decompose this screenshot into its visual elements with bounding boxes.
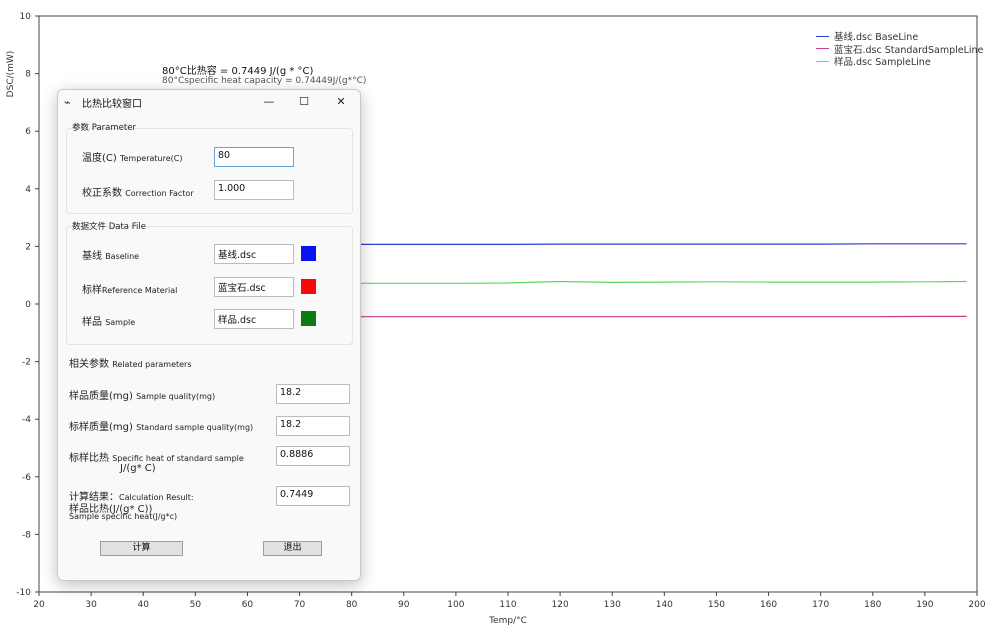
- x-tick-label: 20: [33, 600, 45, 610]
- app-icon: ⌁: [64, 96, 71, 109]
- y-tick-label: -8: [22, 530, 31, 540]
- legend-item-sample: 样品.dsc SampleLine: [816, 55, 983, 68]
- x-tick-label: 100: [447, 600, 464, 610]
- y-tick-label: 4: [25, 185, 31, 195]
- reference-label: 标样Reference Material: [82, 281, 177, 296]
- temperature-label-en: Temperature(C): [119, 154, 183, 163]
- standard-quality-label-cn: 标样质量(mg): [69, 422, 133, 433]
- y-tick-label: 8: [25, 70, 31, 80]
- x-tick-label: 60: [242, 600, 254, 610]
- close-button[interactable]: ✕: [328, 92, 354, 112]
- calc-result-output[interactable]: 0.7449: [276, 486, 350, 506]
- parameter-group-label: 参数 Parameter: [72, 123, 136, 133]
- legend-item-standard: 蓝宝石.dsc StandardSampleLine: [816, 43, 983, 56]
- sample-label-cn: 样品: [82, 317, 102, 328]
- x-axis-label: Temp/°C: [488, 616, 527, 626]
- sample-label: 样品 Sample: [82, 313, 135, 328]
- correction-factor-label: 校正系数 Correction Factor: [82, 184, 194, 199]
- x-tick-label: 190: [916, 600, 933, 610]
- temperature-label-cn: 温度(C): [82, 153, 117, 164]
- x-tick-label: 180: [864, 600, 881, 610]
- x-tick-label: 120: [552, 600, 569, 610]
- standard-specific-heat-label-cn: 标样比热: [69, 453, 109, 464]
- specific-heat-dialog: ⌁ 比热比较窗口 — ☐ ✕ 参数 Parameter 温度(C) Temper…: [57, 89, 361, 581]
- x-tick-label: 130: [604, 600, 621, 610]
- calc-result-line3: Sample specific heat(J/g*c): [69, 512, 178, 521]
- y-tick-label: 10: [20, 12, 32, 22]
- legend-label-sample: 样品.dsc SampleLine: [834, 57, 931, 69]
- baseline-file-input[interactable]: 基线.dsc: [214, 244, 294, 264]
- dialog-title: 比热比较窗口: [82, 99, 142, 110]
- standard-specific-heat-label: 标样比热 Specific heat of standard sample: [69, 449, 244, 464]
- x-tick-label: 30: [85, 600, 97, 610]
- reference-file-input[interactable]: 蓝宝石.dsc: [214, 277, 294, 297]
- related-params-label-cn: 相关参数: [69, 359, 109, 370]
- x-tick-label: 150: [708, 600, 725, 610]
- x-tick-label: 110: [499, 600, 516, 610]
- dialog-titlebar[interactable]: ⌁ 比热比较窗口 — ☐ ✕: [58, 90, 360, 114]
- x-tick-label: 70: [294, 600, 306, 610]
- standard-quality-label: 标样质量(mg) Standard sample quality(mg): [69, 418, 253, 433]
- sample-quality-label-en: Sample quality(mg): [136, 392, 216, 401]
- sample-quality-label: 样品质量(mg) Sample quality(mg): [69, 387, 215, 402]
- x-tick-label: 160: [760, 600, 777, 610]
- related-params-label-en: Related parameters: [112, 360, 192, 369]
- parameter-group: [66, 128, 353, 214]
- reference-label-cn: 标样: [82, 285, 102, 296]
- y-tick-label: -10: [16, 588, 31, 598]
- x-tick-label: 200: [968, 600, 985, 610]
- standard-specific-heat-label-en: Specific heat of standard sample: [112, 454, 244, 463]
- reference-color-swatch[interactable]: [301, 279, 316, 294]
- temperature-input[interactable]: 80: [214, 147, 294, 167]
- x-tick-label: 140: [656, 600, 673, 610]
- standard-quality-input[interactable]: 18.2: [276, 416, 350, 436]
- temperature-label: 温度(C) Temperature(C): [82, 149, 183, 164]
- correction-factor-input[interactable]: 1.000: [214, 180, 294, 200]
- legend-swatch-sample: [816, 60, 829, 62]
- sample-quality-input[interactable]: 18.2: [276, 384, 350, 404]
- legend-item-baseline: 基线.dsc BaseLine: [816, 30, 983, 43]
- compute-button[interactable]: 计算: [100, 541, 183, 556]
- x-tick-label: 90: [398, 600, 410, 610]
- maximize-button[interactable]: ☐: [291, 92, 317, 112]
- sample-file-input[interactable]: 样品.dsc: [214, 309, 294, 329]
- data-file-group-label: 数据文件 Data File: [72, 222, 146, 232]
- chart-legend: 基线.dsc BaseLine 蓝宝石.dsc StandardSampleLi…: [816, 30, 983, 68]
- y-tick-label: 0: [25, 300, 31, 310]
- legend-swatch-baseline: [816, 35, 829, 37]
- header-result-cn: 80°C比热容 = 0.7449 J/(g * °C): [162, 66, 314, 77]
- baseline-label: 基线 Baseline: [82, 247, 139, 262]
- minimize-button[interactable]: —: [256, 92, 282, 112]
- standard-specific-heat-unit: J/(g* C): [120, 463, 156, 474]
- header-result-en: 80°Cspecific heat capacity = 0.74449J/(g…: [162, 76, 367, 86]
- related-params-label: 相关参数 Related parameters: [69, 355, 192, 370]
- sample-quality-label-cn: 样品质量(mg): [69, 391, 133, 402]
- reference-label-en: Reference Material: [102, 286, 178, 295]
- correction-factor-label-cn: 校正系数: [82, 188, 122, 199]
- y-tick-label: -4: [22, 415, 31, 425]
- exit-button[interactable]: 退出: [263, 541, 322, 556]
- standard-quality-label-en: Standard sample quality(mg): [136, 423, 254, 432]
- legend-swatch-standard: [816, 48, 829, 50]
- sample-label-en: Sample: [105, 318, 136, 327]
- y-tick-label: 6: [25, 127, 31, 137]
- baseline-label-en: Baseline: [105, 252, 140, 261]
- correction-factor-label-en: Correction Factor: [125, 189, 194, 198]
- y-tick-label: -2: [22, 358, 31, 368]
- standard-specific-heat-input[interactable]: 0.8886: [276, 446, 350, 466]
- y-tick-label: 2: [25, 242, 31, 252]
- baseline-color-swatch[interactable]: [301, 246, 316, 261]
- y-tick-label: -6: [22, 473, 31, 483]
- sample-color-swatch[interactable]: [301, 311, 316, 326]
- x-tick-label: 80: [346, 600, 358, 610]
- y-axis-label: DSC/(mW): [6, 51, 16, 98]
- x-tick-label: 50: [190, 600, 202, 610]
- x-tick-label: 40: [137, 600, 149, 610]
- baseline-label-cn: 基线: [82, 251, 102, 262]
- x-tick-label: 170: [812, 600, 829, 610]
